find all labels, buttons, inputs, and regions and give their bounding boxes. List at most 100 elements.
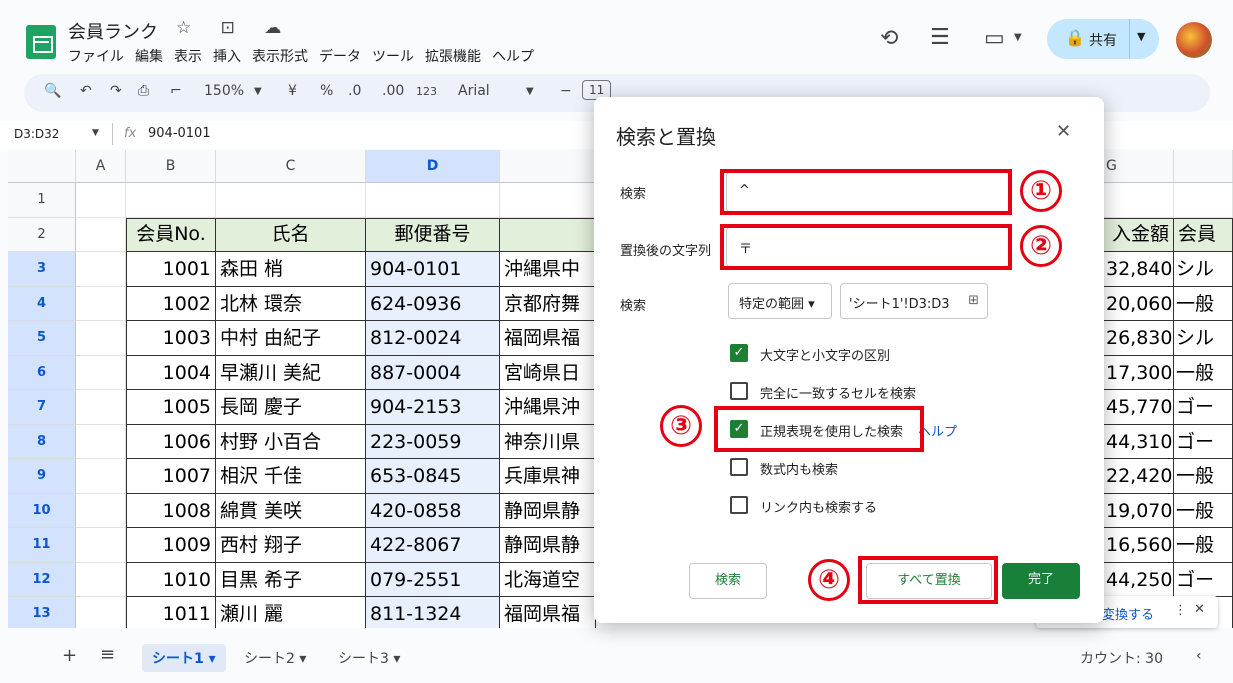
cell-member-no[interactable]: 1007 xyxy=(126,459,216,494)
snackbar-action[interactable]: 変換する xyxy=(1102,604,1154,623)
avatar[interactable] xyxy=(1176,22,1212,58)
cell-member-no[interactable]: 1011 xyxy=(126,597,216,628)
empty-cell[interactable] xyxy=(76,390,126,425)
cell-zip[interactable]: 653-0845 xyxy=(366,459,500,494)
empty-cell[interactable] xyxy=(76,183,126,218)
meet-dropdown-icon[interactable]: ▼ xyxy=(1014,32,1022,43)
find-button[interactable]: 検索 xyxy=(689,563,767,599)
cell-member-no[interactable]: 1003 xyxy=(126,321,216,356)
cell-amount[interactable]: 22,420 xyxy=(1102,459,1174,494)
empty-cell[interactable] xyxy=(76,493,126,528)
cell-rank[interactable]: ゴー xyxy=(1174,424,1233,459)
cell-address[interactable]: 北海道空 xyxy=(500,562,596,597)
sheet-tab-1[interactable]: シート1 ▾ xyxy=(142,644,226,672)
cell-name[interactable]: 北林 環奈 xyxy=(216,286,366,321)
cell-amount[interactable]: 32,840 xyxy=(1102,252,1174,287)
cell-amount[interactable]: 17,300 xyxy=(1102,355,1174,390)
empty-cell[interactable] xyxy=(366,183,500,218)
cell-name[interactable]: 早瀬川 美紀 xyxy=(216,355,366,390)
decrease-decimal-button[interactable]: .0 xyxy=(348,83,361,99)
cell-name[interactable]: 森田 梢 xyxy=(216,252,366,287)
cell-rank[interactable]: ゴー xyxy=(1174,390,1233,425)
empty-cell[interactable] xyxy=(76,424,126,459)
share-button[interactable]: 🔒 共有 ▼ xyxy=(1047,19,1159,59)
name-box-dropdown-icon[interactable]: ▼ xyxy=(92,128,99,138)
font-select[interactable]: Arial xyxy=(458,83,490,99)
more-icon[interactable]: ⋮ xyxy=(1174,603,1187,618)
print-icon[interactable]: ⎙ xyxy=(138,83,149,99)
cell-zip[interactable]: 420-0858 xyxy=(366,493,500,528)
cell-name[interactable]: 目黒 希子 xyxy=(216,562,366,597)
empty-cell[interactable] xyxy=(76,597,126,628)
match-case-checkbox[interactable]: ✓ xyxy=(730,344,748,362)
match-entire-checkbox[interactable] xyxy=(730,382,748,400)
cell-amount[interactable]: 20,060 xyxy=(1102,286,1174,321)
cell-member-no[interactable]: 1004 xyxy=(126,355,216,390)
star-icon[interactable]: ☆ ⊡ ☁ xyxy=(176,18,293,38)
empty-cell[interactable] xyxy=(500,183,596,218)
row-header[interactable]: 12 xyxy=(8,562,76,597)
cell-name[interactable]: 相沢 千佳 xyxy=(216,459,366,494)
cell-zip[interactable]: 811-1324 xyxy=(366,597,500,628)
menu-data[interactable]: データ xyxy=(319,46,361,66)
search-links-checkbox[interactable] xyxy=(730,496,748,514)
cell-member-no[interactable]: 1010 xyxy=(126,562,216,597)
cell-member-no[interactable]: 1008 xyxy=(126,493,216,528)
cell-member-no[interactable]: 1006 xyxy=(126,424,216,459)
cell-rank[interactable]: 一般 xyxy=(1174,459,1233,494)
cell-rank[interactable]: 一般 xyxy=(1174,493,1233,528)
col-header-g[interactable]: G xyxy=(1102,150,1174,183)
row-header[interactable]: 11 xyxy=(8,528,76,563)
cell-rank[interactable]: シル xyxy=(1174,321,1233,356)
empty-cell[interactable] xyxy=(76,528,126,563)
menu-insert[interactable]: 挿入 xyxy=(213,46,241,66)
col-header-d[interactable]: D xyxy=(366,150,500,183)
snackbar-close-icon[interactable]: ✕ xyxy=(1194,602,1205,617)
empty-cell[interactable] xyxy=(76,321,126,356)
empty-cell[interactable] xyxy=(1174,183,1233,218)
menu-file[interactable]: ファイル xyxy=(68,46,124,66)
zoom-select[interactable]: 150% xyxy=(204,83,244,99)
percent-button[interactable]: % xyxy=(320,83,333,99)
cell-address[interactable]: 静岡県静 xyxy=(500,528,596,563)
header-name[interactable]: 氏名 xyxy=(216,217,366,252)
close-icon[interactable]: ✕ xyxy=(1056,121,1071,142)
row-header[interactable]: 5 xyxy=(8,321,76,356)
row-header[interactable]: 2 xyxy=(8,217,76,252)
share-dropdown-icon[interactable]: ▼ xyxy=(1137,30,1145,43)
cell-name[interactable]: 瀬川 麗 xyxy=(216,597,366,628)
col-header-h[interactable] xyxy=(1174,150,1233,183)
cell-name[interactable]: 長岡 慶子 xyxy=(216,390,366,425)
menu-edit[interactable]: 編集 xyxy=(135,46,163,66)
cell-address[interactable]: 沖縄県中 xyxy=(500,252,596,287)
all-sheets-icon[interactable]: ≡ xyxy=(100,644,115,665)
header-member-no[interactable]: 会員No. xyxy=(126,217,216,252)
increase-decimal-button[interactable]: .00 xyxy=(382,83,404,99)
header-zip[interactable]: 郵便番号 xyxy=(366,217,500,252)
empty-cell[interactable] xyxy=(76,217,126,252)
count-status[interactable]: カウント: 30 xyxy=(1080,648,1163,668)
range-input[interactable]: 'シート1'!D3:D3 ⊞ xyxy=(840,283,988,319)
cell-address[interactable]: 宮崎県日 xyxy=(500,355,596,390)
cell-name[interactable]: 綿貫 美咲 xyxy=(216,493,366,528)
cell-address[interactable]: 福岡県福 xyxy=(500,597,596,628)
paint-format-icon[interactable]: ⌐ xyxy=(170,83,182,99)
cell-member-no[interactable]: 1009 xyxy=(126,528,216,563)
menu-help[interactable]: ヘルプ xyxy=(492,46,534,66)
cell-amount[interactable]: 19,070 xyxy=(1102,493,1174,528)
cell-zip[interactable]: 904-0101 xyxy=(366,252,500,287)
cell-address[interactable]: 京都府舞 xyxy=(500,286,596,321)
cell-zip[interactable]: 624-0936 xyxy=(366,286,500,321)
row-header[interactable]: 8 xyxy=(8,424,76,459)
cell-zip[interactable]: 887-0004 xyxy=(366,355,500,390)
col-header-a[interactable]: A xyxy=(76,150,126,183)
cell-rank[interactable]: シル xyxy=(1174,252,1233,287)
cell-rank[interactable]: ゴー xyxy=(1174,562,1233,597)
cell-amount[interactable]: 44,310 xyxy=(1102,424,1174,459)
sheet-tab-3[interactable]: シート3 ▾ xyxy=(338,648,400,668)
row-header[interactable]: 13 xyxy=(8,597,76,628)
cell-amount[interactable]: 26,830 xyxy=(1102,321,1174,356)
history-icon[interactable]: ⟲ xyxy=(880,26,898,51)
menu-view[interactable]: 表示 xyxy=(174,46,202,66)
search-icon[interactable]: 🔍 xyxy=(44,83,61,99)
